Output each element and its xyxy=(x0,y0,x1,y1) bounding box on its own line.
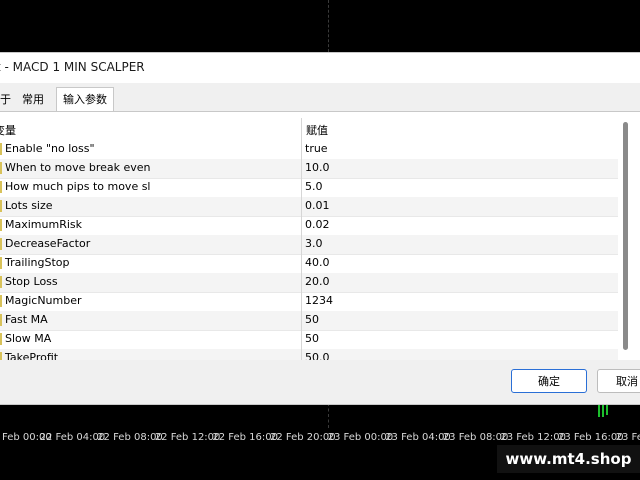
parameter-type-icon xyxy=(0,219,2,231)
parameter-row[interactable]: Slow MA 50 xyxy=(0,330,618,350)
chart-grid-line xyxy=(328,403,329,428)
parameter-type-icon xyxy=(0,333,2,345)
parameter-row[interactable]: Stop Loss 20.0 xyxy=(0,273,618,293)
parameter-value[interactable]: 5.0 xyxy=(305,180,323,193)
parameter-value[interactable]: 0.02 xyxy=(305,218,330,231)
parameter-name: TakeProfit xyxy=(5,351,59,360)
time-axis-tick: 23 Feb 08:00 xyxy=(442,432,509,443)
parameter-type-icon xyxy=(0,238,2,250)
parameter-name: How much pips to move sl xyxy=(5,180,151,193)
parameter-value[interactable]: 40.0 xyxy=(305,256,330,269)
parameter-value[interactable]: 50.0 xyxy=(305,351,330,360)
input-parameters-panel: 变量 赋值 Enable "no loss" true When to move b… xyxy=(0,111,640,360)
time-axis-tick: 22 Feb 12:00 xyxy=(154,432,221,443)
parameter-value[interactable]: 1234 xyxy=(305,294,333,307)
parameter-name: Lots size xyxy=(5,199,53,212)
time-axis-tick: 23 Feb 12:00 xyxy=(500,432,566,443)
parameter-name: Stop Loss xyxy=(5,275,58,288)
header-variable[interactable]: 变量 xyxy=(0,122,16,138)
grid-scrollbar[interactable] xyxy=(620,116,632,358)
parameter-row[interactable]: TakeProfit 50.0 xyxy=(0,349,618,360)
time-axis-tick: 23 Feb 16:00 xyxy=(558,432,624,443)
parameter-type-icon xyxy=(0,162,2,174)
cancel-button[interactable]: 取消 xyxy=(597,369,640,393)
parameter-value[interactable]: true xyxy=(305,142,328,155)
parameter-name: MagicNumber xyxy=(5,294,82,307)
grid-header: 变量 赋值 xyxy=(0,118,618,140)
tab-common[interactable]: 常用 xyxy=(16,90,50,110)
scrollbar-thumb[interactable] xyxy=(623,122,628,350)
parameter-type-icon xyxy=(0,295,2,307)
parameter-type-icon xyxy=(0,276,2,288)
time-axis-tick: 22 Feb 20:00 xyxy=(270,432,336,443)
parameter-name: Slow MA xyxy=(5,332,52,345)
time-axis-tick: 22 Feb 16:00 xyxy=(212,432,278,443)
dialog-titlebar[interactable]: t - MACD 1 MIN SCALPER xyxy=(0,53,640,83)
parameters-grid: 变量 赋值 Enable "no loss" true When to move b… xyxy=(0,118,618,360)
parameter-row[interactable]: When to move break even 10.0 xyxy=(0,159,618,179)
parameter-value[interactable]: 0.01 xyxy=(305,199,330,212)
parameter-value[interactable]: 3.0 xyxy=(305,237,323,250)
parameter-row[interactable]: Lots size 0.01 xyxy=(0,197,618,217)
parameter-type-icon xyxy=(0,143,2,155)
tab-input-parameters[interactable]: 输入参数 xyxy=(56,87,114,112)
parameter-value[interactable]: 50 xyxy=(305,313,319,326)
parameter-row[interactable]: MaximumRisk 0.02 xyxy=(0,216,618,236)
parameter-value[interactable]: 20.0 xyxy=(305,275,330,288)
parameter-row[interactable]: TrailingStop 40.0 xyxy=(0,254,618,274)
parameter-row[interactable]: Fast MA 50 xyxy=(0,311,618,331)
parameter-name: TrailingStop xyxy=(5,256,70,269)
time-axis-tick: 22 Feb 08:00 xyxy=(97,432,163,443)
parameter-type-icon xyxy=(0,181,2,193)
parameter-name: Enable "no loss" xyxy=(5,142,95,155)
parameter-row[interactable]: MagicNumber 1234 xyxy=(0,292,618,312)
expert-properties-dialog: t - MACD 1 MIN SCALPER 于 常用 输入参数 变量 赋值 E… xyxy=(0,52,640,405)
parameter-row[interactable]: Enable "no loss" true xyxy=(0,140,618,160)
time-axis-tick: 22 Feb 04:00 xyxy=(39,432,106,443)
parameter-name: MaximumRisk xyxy=(5,218,82,231)
time-axis-tick: 23 Feb 04:00 xyxy=(385,432,451,443)
parameter-row[interactable]: How much pips to move sl 5.0 xyxy=(0,178,618,198)
parameter-value[interactable]: 50 xyxy=(305,332,319,345)
time-axis-tick: 23 Feb 00:00 xyxy=(327,432,394,443)
parameter-type-icon xyxy=(0,257,2,269)
parameter-name: DecreaseFactor xyxy=(5,237,91,250)
parameter-type-icon xyxy=(0,200,2,212)
parameter-row[interactable]: DecreaseFactor 3.0 xyxy=(0,235,618,255)
parameter-type-icon xyxy=(0,352,2,360)
dialog-title: t - MACD 1 MIN SCALPER xyxy=(0,60,145,74)
tab-bar: 于 常用 输入参数 xyxy=(0,87,640,112)
chart-grid-line xyxy=(328,0,329,52)
header-value[interactable]: 赋值 xyxy=(306,122,328,138)
watermark: www.mt4.shop xyxy=(497,445,640,473)
ok-button[interactable]: 确定 xyxy=(511,369,587,393)
parameter-value[interactable]: 10.0 xyxy=(305,161,330,174)
tab-about[interactable]: 于 xyxy=(0,90,17,110)
parameter-name: Fast MA xyxy=(5,313,48,326)
parameter-name: When to move break even xyxy=(5,161,151,174)
parameter-type-icon xyxy=(0,314,2,326)
time-axis-tick: 23 Fe xyxy=(615,432,640,443)
